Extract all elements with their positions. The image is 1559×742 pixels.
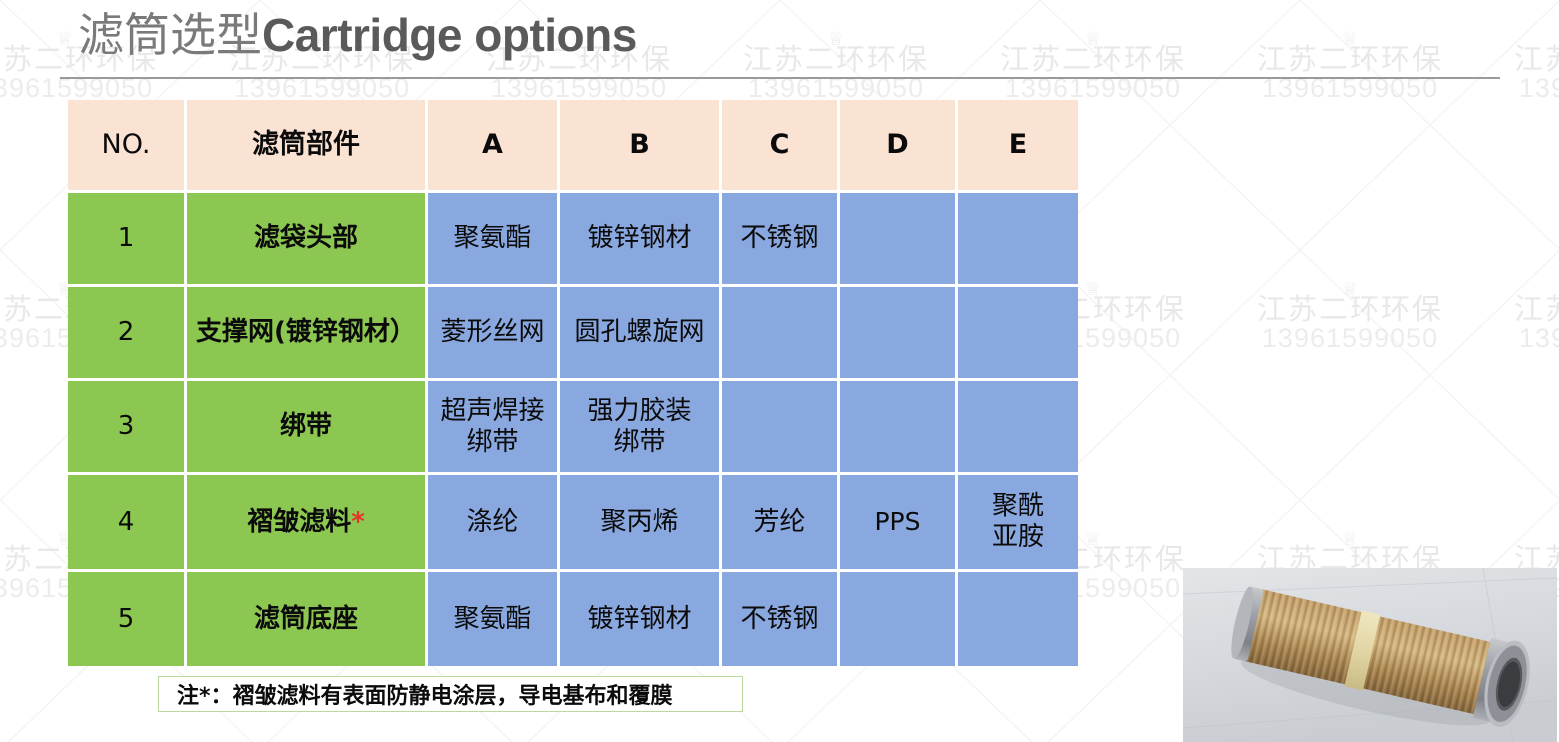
cell-d <box>840 287 958 381</box>
cell-c: 芳纶 <box>722 475 840 572</box>
watermark-phone: 13961599050 <box>747 73 925 103</box>
crown-icon: ♕ <box>1341 279 1359 300</box>
cell-d <box>840 381 958 475</box>
watermark-phone: 13961599050 <box>0 73 154 103</box>
table-row: 5 滤筒底座 聚氨酯 镀锌钢材 不锈钢 <box>68 572 1078 666</box>
footnote-text: 注*：褶皱滤料有表面防静电涂层，导电基布和覆膜 <box>177 684 673 709</box>
watermark-phone: 13961599050 <box>1518 323 1559 353</box>
cell-a: 聚氨酯 <box>428 572 560 666</box>
crown-icon: ♕ <box>1482 280 1559 296</box>
row-part-asterisk: * <box>351 506 365 537</box>
watermark-phone: 13961599050 <box>1004 73 1182 103</box>
watermark-phone: 13961599050 <box>1261 73 1439 103</box>
row-number: 4 <box>68 475 187 572</box>
row-part-label: 支撑网(镀锌钢材） <box>196 317 416 348</box>
row-part-label: 滤筒底座 <box>253 603 358 634</box>
cell-a: 聚氨酯 <box>428 193 560 287</box>
cell-b: 镀锌钢材 <box>560 193 722 287</box>
watermark-phone: 13961599050 <box>233 73 411 103</box>
cell-a: 菱形丝网 <box>428 287 560 381</box>
cell-e <box>958 193 1078 287</box>
watermark-phone: 13961599050 <box>1261 323 1439 353</box>
column-header-b: B <box>560 100 722 193</box>
row-part: 滤袋头部 <box>187 193 428 287</box>
page-title-chinese: 滤筒选型 <box>78 8 262 62</box>
cell-c <box>722 381 840 475</box>
cell-a: 涤纶 <box>428 475 560 572</box>
watermark-tile: ♕江苏二环环保13961599050 <box>1482 280 1559 352</box>
footnote-box: 注*：褶皱滤料有表面防静电涂层，导电基布和覆膜 <box>158 676 743 712</box>
row-number: 3 <box>68 381 187 475</box>
column-header-d: D <box>840 100 958 193</box>
row-part-label: 褶皱滤料 <box>247 506 352 537</box>
cell-b: 圆孔螺旋网 <box>560 287 722 381</box>
row-part: 滤筒底座 <box>187 572 428 666</box>
cartridge-options-table: NO. 滤筒部件 A B C D E 1 滤袋头部 聚氨酯 镀锌钢材 不锈钢 2… <box>68 100 1078 666</box>
cell-d <box>840 193 958 287</box>
table-row: 3 绑带 超声焊接 绑带 强力胶装 绑带 <box>68 381 1078 475</box>
cell-c: 不锈钢 <box>722 193 840 287</box>
watermark-name: 江苏二环环保 <box>742 44 929 76</box>
watermark-phone: 13961599050 <box>1518 73 1559 103</box>
watermark-name: 江苏二环环保 <box>999 44 1186 76</box>
row-part-label: 绑带 <box>279 411 332 442</box>
table-row: 4 褶皱滤料* 涤纶 聚丙烯 芳纶 PPS 聚酰 亚胺 <box>68 475 1078 572</box>
cell-b: 镀锌钢材 <box>560 572 722 666</box>
cell-e: 聚酰 亚胺 <box>958 475 1078 572</box>
cell-e <box>958 287 1078 381</box>
cell-e <box>958 381 1078 475</box>
column-header-a: A <box>428 100 560 193</box>
product-photo <box>1183 568 1557 742</box>
crown-icon: ♕ <box>1341 529 1359 550</box>
table-row: 2 支撑网(镀锌钢材） 菱形丝网 圆孔螺旋网 <box>68 287 1078 381</box>
table-row: 1 滤袋头部 聚氨酯 镀锌钢材 不锈钢 <box>68 193 1078 287</box>
row-part: 绑带 <box>187 381 428 475</box>
row-part: 褶皱滤料* <box>187 475 428 572</box>
page-title: 滤筒选型Cartridge options <box>78 4 637 66</box>
cell-c <box>722 287 840 381</box>
row-number: 2 <box>68 287 187 381</box>
row-part: 支撑网(镀锌钢材） <box>187 287 428 381</box>
crown-icon: ♕ <box>1482 530 1559 546</box>
row-part-label: 滤袋头部 <box>253 223 358 254</box>
cell-a: 超声焊接 绑带 <box>428 381 560 475</box>
watermark-phone: 13961599050 <box>490 73 668 103</box>
table-header-row: NO. 滤筒部件 A B C D E <box>68 100 1078 193</box>
cell-c: 不锈钢 <box>722 572 840 666</box>
column-header-part: 滤筒部件 <box>187 100 428 193</box>
crown-icon: ♕ <box>1341 29 1359 50</box>
title-block: 滤筒选型Cartridge options <box>78 4 637 66</box>
crown-icon: ♕ <box>827 29 845 50</box>
watermark-name: 江苏二环环保 <box>1256 294 1443 326</box>
filter-cartridge-photo <box>1183 568 1557 742</box>
cell-e <box>958 572 1078 666</box>
title-divider <box>60 77 1500 79</box>
cell-d <box>840 572 958 666</box>
column-header-e: E <box>958 100 1078 193</box>
page-title-english: Cartridge options <box>262 9 637 61</box>
cell-d: PPS <box>840 475 958 572</box>
watermark-tile: ♕江苏二环环保13961599050 <box>968 30 1218 102</box>
crown-icon: ♕ <box>1482 30 1559 46</box>
cell-b: 强力胶装 绑带 <box>560 381 722 475</box>
column-header-c: C <box>722 100 840 193</box>
watermark-name: 江苏二环环保 <box>1513 44 1559 76</box>
row-number: 1 <box>68 193 187 287</box>
watermark-tile: ♕江苏二环环保13961599050 <box>1482 30 1559 102</box>
column-header-no: NO. <box>68 100 187 193</box>
watermark-name: 江苏二环环保 <box>1256 44 1443 76</box>
crown-icon: ♕ <box>1084 29 1102 50</box>
watermark-tile: ♕江苏二环环保13961599050 <box>711 30 961 102</box>
cell-b: 聚丙烯 <box>560 475 722 572</box>
watermark-tile: ♕江苏二环环保13961599050 <box>1225 30 1475 102</box>
watermark-tile: ♕江苏二环环保13961599050 <box>1225 280 1475 352</box>
watermark-name: 江苏二环环保 <box>1513 294 1559 326</box>
row-number: 5 <box>68 572 187 666</box>
